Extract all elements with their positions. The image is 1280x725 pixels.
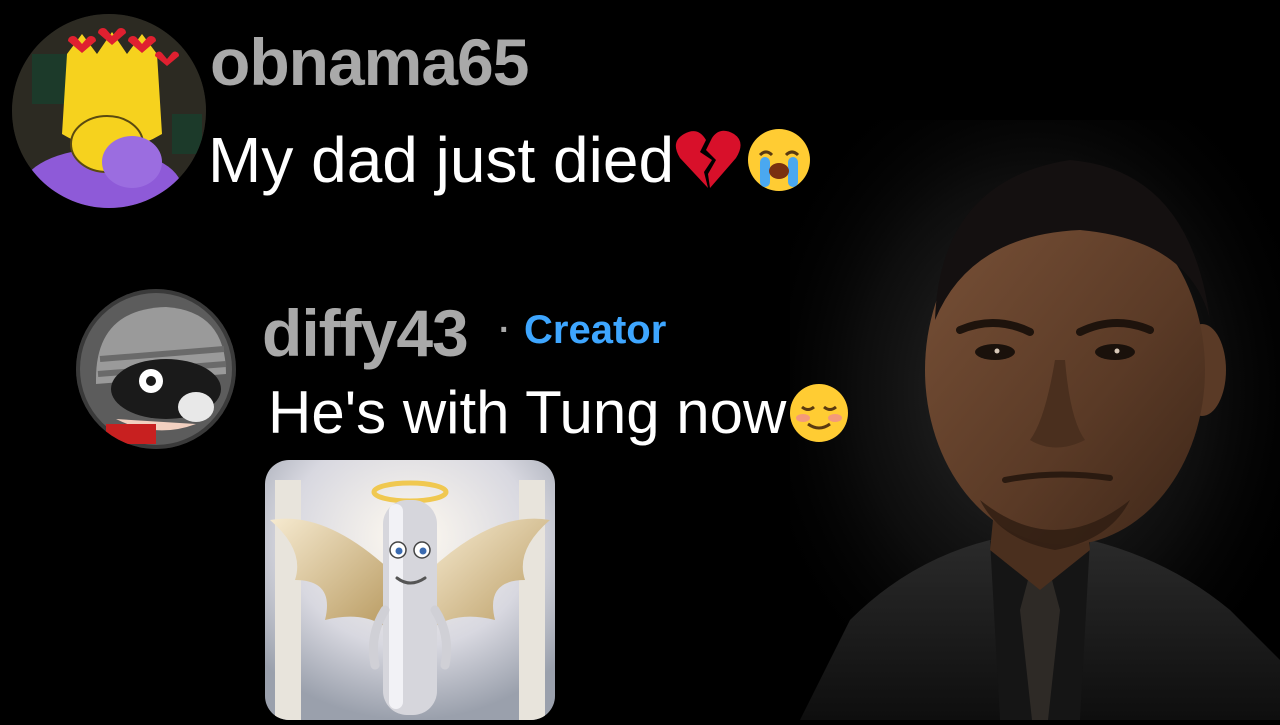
comment-1-text: My dad just died [208, 124, 675, 196]
creator-badge: Creator [524, 308, 667, 352]
broken-heart-icon [674, 128, 742, 192]
loudly-crying-face-icon [746, 127, 812, 193]
avatar[interactable] [76, 289, 236, 449]
separator-dot: · [499, 311, 511, 349]
smiling-face-icon [788, 382, 850, 444]
man-portrait-image [790, 120, 1280, 720]
comment-2-text: He's with Tung now [268, 379, 787, 446]
comment-2-message: He's with Tung now [268, 378, 850, 448]
avatar[interactable] [12, 14, 206, 208]
comment-2-username[interactable]: diffy43 [262, 297, 469, 369]
attached-image[interactable] [265, 460, 555, 720]
comment-1-username[interactable]: obnama65 [210, 26, 529, 98]
comment-1-message: My dad just died [208, 124, 812, 196]
